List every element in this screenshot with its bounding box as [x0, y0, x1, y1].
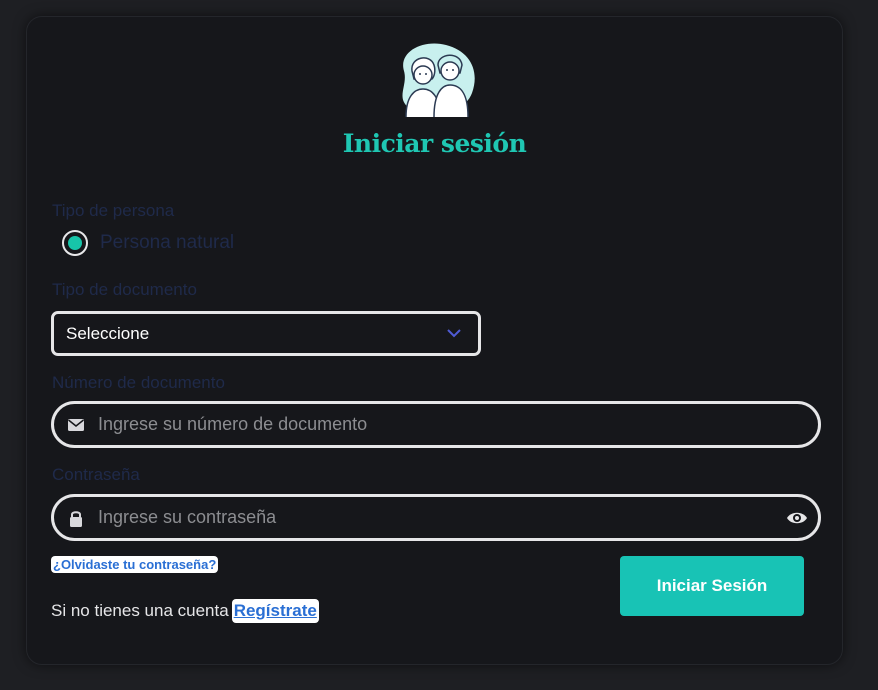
forgot-password-link[interactable]: ¿Olvidaste tu contraseña? — [51, 556, 219, 573]
person-natural-radio[interactable]: Persona natural — [62, 230, 234, 256]
radio-selected-dot — [68, 236, 82, 250]
document-type-value: Seleccione — [66, 323, 150, 343]
radio-button[interactable] — [62, 230, 88, 256]
lock-icon — [70, 511, 82, 527]
password-input[interactable] — [98, 497, 758, 538]
document-number-label: Número de documento — [52, 373, 225, 392]
envelope-icon — [68, 419, 84, 431]
no-account-row: Si no tienes una cuenta Regístrate — [51, 599, 319, 623]
person-natural-label: Persona natural — [100, 232, 235, 253]
eye-icon[interactable] — [786, 509, 808, 527]
chevron-down-icon — [447, 329, 461, 338]
login-submit-button[interactable]: Iniciar Sesión — [620, 556, 804, 616]
no-account-text: Si no tienes una cuenta — [51, 601, 229, 620]
password-field[interactable] — [51, 494, 821, 541]
password-label: Contraseña — [52, 465, 140, 484]
document-type-label: Tipo de documento — [52, 280, 197, 299]
login-card: Iniciar sesión Tipo de persona Persona n… — [26, 16, 843, 665]
person-type-label: Tipo de persona — [52, 201, 175, 220]
document-type-select[interactable]: Seleccione — [51, 311, 481, 356]
couple-avatar-icon — [402, 43, 475, 117]
register-link[interactable]: Regístrate — [231, 599, 319, 623]
document-number-field[interactable] — [51, 401, 821, 448]
page-title: Iniciar sesión — [342, 129, 527, 158]
document-number-input[interactable] — [98, 404, 758, 445]
